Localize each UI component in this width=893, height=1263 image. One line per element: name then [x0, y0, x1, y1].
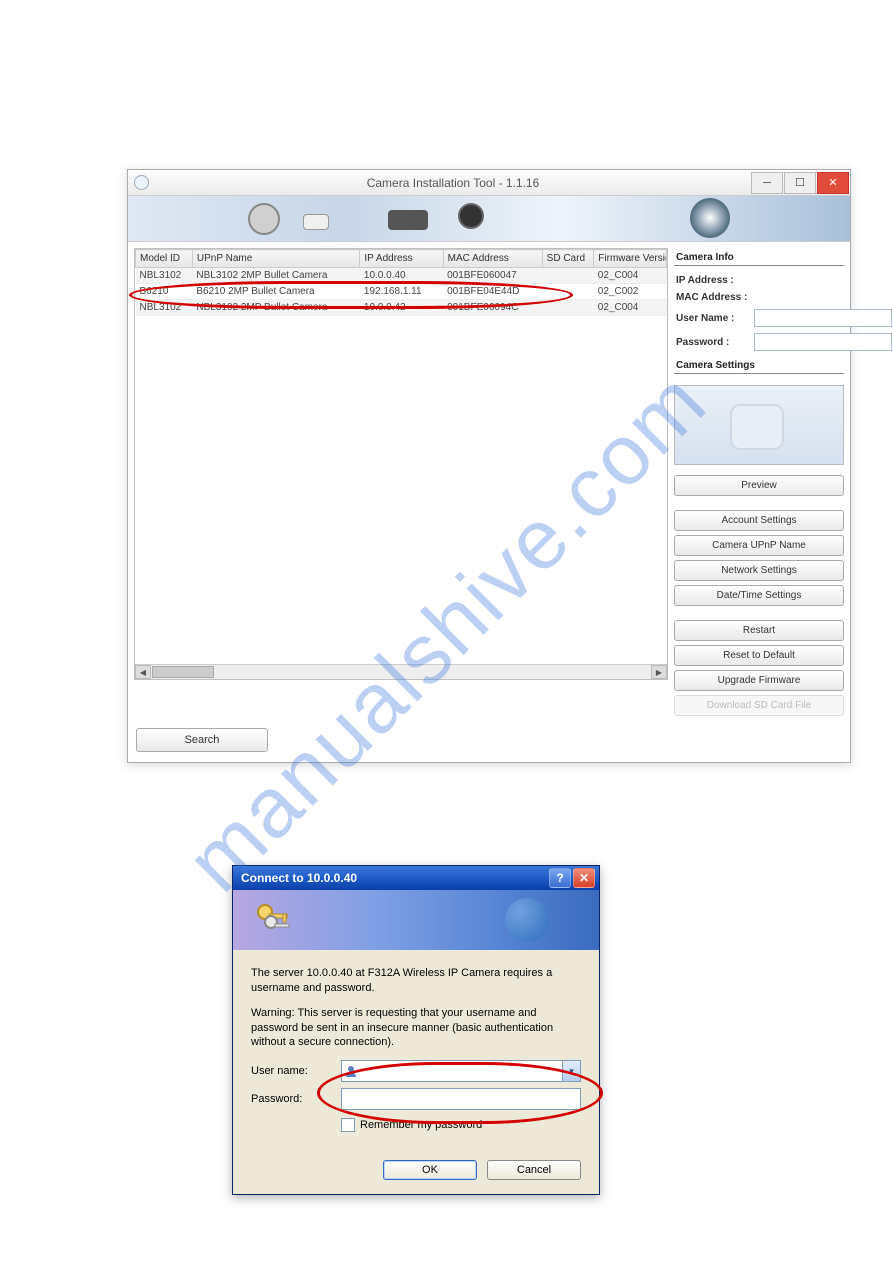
dialog-close-button[interactable]: ✕	[573, 868, 595, 888]
table-row[interactable]: B6210 B6210 2MP Bullet Camera 192.168.1.…	[136, 284, 667, 300]
keys-icon	[253, 900, 293, 940]
col-ip-address[interactable]: IP Address	[360, 250, 443, 268]
globe-icon	[505, 898, 549, 942]
col-firmware-version[interactable]: Firmware Versio	[594, 250, 667, 268]
account-settings-button[interactable]: Account Settings	[674, 510, 844, 531]
help-button[interactable]: ?	[549, 868, 571, 888]
col-model-id[interactable]: Model ID	[136, 250, 193, 268]
table-row[interactable]: NBL3102 NBL3102 2MP Bullet Camera 10.0.0…	[136, 300, 667, 316]
username-input[interactable]	[754, 309, 892, 327]
col-sd-card[interactable]: SD Card	[542, 250, 594, 268]
search-button[interactable]: Search	[136, 728, 268, 752]
cell-mac: 001BFE060047	[443, 268, 542, 284]
scroll-thumb[interactable]	[152, 666, 214, 678]
restart-button[interactable]: Restart	[674, 620, 844, 641]
col-upnp-name[interactable]: UPnP Name	[192, 250, 360, 268]
maximize-button[interactable]: ☐	[784, 172, 816, 194]
table-row[interactable]: NBL3102 NBL3102 2MP Bullet Camera 10.0.0…	[136, 268, 667, 284]
dialog-titlebar[interactable]: Connect to 10.0.0.40 ? ✕	[233, 866, 599, 890]
cell-mac: 001BFE06094C	[443, 300, 542, 316]
download-sdcard-button: Download SD Card File	[674, 695, 844, 716]
cell-upnp: B6210 2MP Bullet Camera	[192, 284, 360, 300]
username-label: User Name :	[676, 313, 748, 324]
scroll-left-icon[interactable]: ◀	[135, 665, 151, 679]
minimize-button[interactable]: ─	[751, 172, 783, 194]
camera-table[interactable]: Model ID UPnP Name IP Address MAC Addres…	[134, 248, 668, 680]
datetime-settings-button[interactable]: Date/Time Settings	[674, 585, 844, 606]
titlebar[interactable]: Camera Installation Tool - 1.1.16 ─ ☐ ✕	[128, 170, 850, 196]
cell-upnp: NBL3102 2MP Bullet Camera	[192, 268, 360, 284]
banner-image	[128, 196, 850, 242]
remember-label: Remember my password	[360, 1119, 482, 1131]
cell-model: NBL3102	[136, 300, 193, 316]
password-field-label: Password:	[251, 1093, 341, 1105]
cell-sd	[542, 284, 594, 300]
chevron-down-icon[interactable]: ▾	[562, 1061, 580, 1081]
close-button[interactable]: ✕	[817, 172, 849, 194]
username-field[interactable]	[360, 1061, 562, 1081]
password-field[interactable]	[342, 1089, 580, 1109]
horizontal-scrollbar[interactable]: ◀ ▶	[135, 664, 667, 679]
cell-fw: 02_C004	[594, 300, 667, 316]
camera-upnp-name-button[interactable]: Camera UPnP Name	[674, 535, 844, 556]
camera-info-heading: Camera Info	[674, 248, 844, 266]
cell-sd	[542, 268, 594, 284]
network-settings-button[interactable]: Network Settings	[674, 560, 844, 581]
cell-upnp: NBL3102 2MP Bullet Camera	[192, 300, 360, 316]
remember-checkbox[interactable]	[341, 1118, 355, 1132]
dialog-banner	[233, 890, 599, 950]
cell-ip: 10.0.0.40	[360, 268, 443, 284]
cell-model: B6210	[136, 284, 193, 300]
cell-ip: 10.0.0.42	[360, 300, 443, 316]
sidebar: Camera Info IP Address : MAC Address : U…	[674, 248, 844, 716]
reset-default-button[interactable]: Reset to Default	[674, 645, 844, 666]
ok-button[interactable]: OK	[383, 1160, 477, 1180]
cell-fw: 02_C004	[594, 268, 667, 284]
ip-address-label: IP Address :	[676, 275, 748, 286]
preview-image	[674, 385, 844, 465]
dialog-title: Connect to 10.0.0.40	[241, 871, 547, 885]
cell-mac: 001BFE04E44D	[443, 284, 542, 300]
dialog-message-2: Warning: This server is requesting that …	[251, 1006, 581, 1051]
cell-ip: 192.168.1.11	[360, 284, 443, 300]
mac-address-label: MAC Address :	[676, 292, 748, 303]
user-icon	[342, 1061, 360, 1081]
password-label: Password :	[676, 337, 748, 348]
cancel-button[interactable]: Cancel	[487, 1160, 581, 1180]
app-icon	[134, 175, 149, 190]
cell-fw: 02_C002	[594, 284, 667, 300]
camera-tool-window: Camera Installation Tool - 1.1.16 ─ ☐ ✕ …	[127, 169, 851, 763]
upgrade-firmware-button[interactable]: Upgrade Firmware	[674, 670, 844, 691]
password-field-wrap[interactable]	[341, 1088, 581, 1110]
preview-button[interactable]: Preview	[674, 475, 844, 496]
camera-settings-heading: Camera Settings	[674, 356, 844, 374]
scroll-right-icon[interactable]: ▶	[651, 665, 667, 679]
cell-model: NBL3102	[136, 268, 193, 284]
connect-dialog: Connect to 10.0.0.40 ? ✕ The server 10.0…	[232, 865, 600, 1195]
col-mac-address[interactable]: MAC Address	[443, 250, 542, 268]
password-input[interactable]	[754, 333, 892, 351]
dialog-message-1: The server 10.0.0.40 at F312A Wireless I…	[251, 966, 581, 996]
window-title: Camera Installation Tool - 1.1.16	[155, 176, 751, 190]
cell-sd	[542, 300, 594, 316]
username-field-label: User name:	[251, 1065, 341, 1077]
username-combobox[interactable]: ▾	[341, 1060, 581, 1082]
